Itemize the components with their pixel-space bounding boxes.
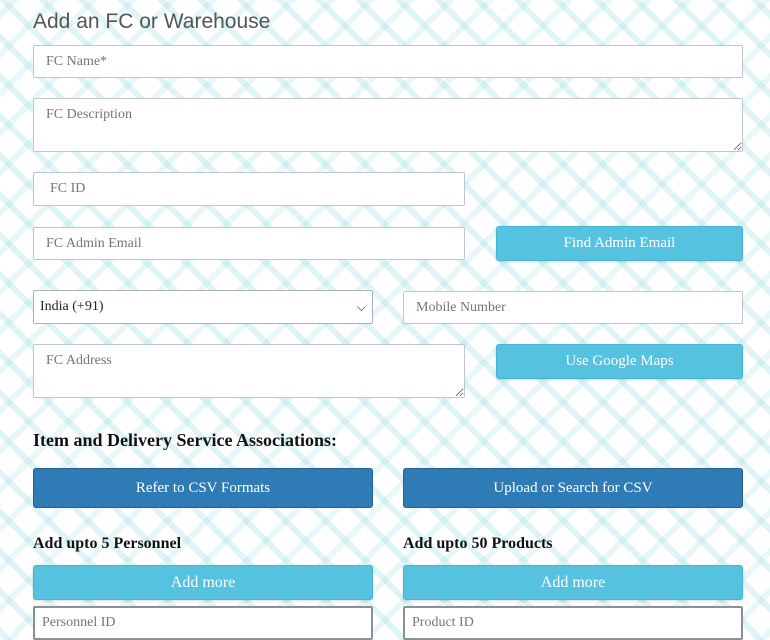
mobile-number-input[interactable] bbox=[403, 291, 743, 324]
fc-admin-email-input[interactable] bbox=[33, 227, 465, 260]
fc-description-textarea[interactable] bbox=[33, 98, 743, 152]
use-google-maps-button[interactable]: Use Google Maps bbox=[496, 344, 743, 379]
add-more-personnel-button[interactable]: Add more bbox=[33, 565, 373, 600]
personnel-heading: Add upto 5 Personnel bbox=[33, 535, 182, 552]
page-title: Add an FC or Warehouse bbox=[33, 10, 271, 33]
fc-name-input[interactable] bbox=[33, 45, 743, 78]
country-code-value: India (+91) bbox=[40, 299, 104, 314]
fc-address-textarea[interactable] bbox=[33, 344, 465, 398]
associations-heading: Item and Delivery Service Associations: bbox=[33, 430, 337, 450]
products-heading: Add upto 50 Products bbox=[403, 535, 553, 552]
country-code-select[interactable]: India (+91) ⌵ bbox=[33, 290, 373, 324]
fc-id-input[interactable] bbox=[33, 172, 465, 206]
chevron-down-icon: ⌵ bbox=[356, 299, 366, 314]
refer-csv-formats-button[interactable]: Refer to CSV Formats bbox=[33, 468, 373, 508]
find-admin-email-button[interactable]: Find Admin Email bbox=[496, 226, 743, 261]
add-more-products-button[interactable]: Add more bbox=[403, 565, 743, 600]
upload-csv-button[interactable]: Upload or Search for CSV bbox=[403, 468, 743, 508]
